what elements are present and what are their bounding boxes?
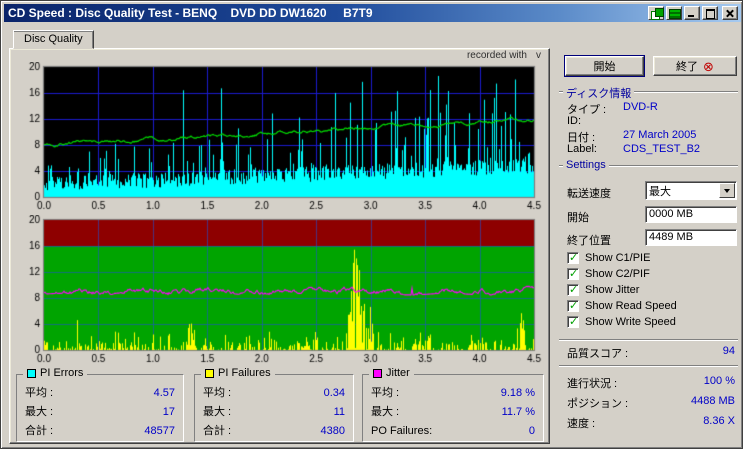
jitter-swatch (373, 369, 382, 378)
stat-label: 合計 : (203, 422, 231, 441)
pi-errors-swatch (27, 369, 36, 378)
stat-label: 平均 : (371, 384, 399, 403)
checkbox-label: Show C2/PIF (585, 268, 650, 280)
checkbox-box[interactable] (567, 284, 579, 296)
close-button[interactable] (722, 6, 738, 20)
titlebar-buttons (646, 6, 738, 20)
maximize-button[interactable] (702, 6, 718, 20)
stat-value: 4380 (321, 422, 345, 441)
stat-value: 11 (334, 403, 345, 422)
settings-header: Settings (563, 159, 609, 171)
progress-divider (559, 365, 738, 367)
pi-errors-legend-label: PI Errors (40, 367, 83, 379)
transfer-speed-select[interactable]: 最大 (645, 181, 737, 200)
checkbox-show-write-speed[interactable]: Show Write Speed (567, 315, 676, 328)
position-label: ポジション : (567, 395, 628, 411)
speed-row: 速度 : 8.36 X (567, 415, 735, 431)
checkbox-box[interactable] (567, 252, 579, 264)
progress-row: 進行状況 : 100 % (567, 375, 735, 391)
stat-label: 平均 : (203, 384, 231, 403)
pi-failures-legend-label: PI Failures (218, 367, 271, 379)
quality-score-row: 品質スコア : 94 (567, 345, 735, 361)
green-pages-icon[interactable] (648, 6, 664, 20)
quality-score-value: 94 (723, 345, 735, 361)
green-grid-icon[interactable] (666, 6, 682, 20)
recorded-with-suffix: v (536, 50, 541, 61)
quality-divider (559, 339, 738, 341)
pi-errors-chart (18, 62, 542, 212)
exit-icon (703, 60, 714, 73)
stat-label: 平均 : (25, 384, 53, 403)
pi-failures-legend: PI Failures (201, 367, 275, 379)
disc-quality-pane: recorded with v PI Errors 平均 : 4.57 最大 : 1… (9, 48, 550, 444)
pi-failures-stats: PI Failures 平均 :0.34 最大 :11 合計 :4380 (194, 374, 354, 442)
disc-date-value: 27 March 2005 (623, 129, 696, 141)
checkbox-show-c2-pif[interactable]: Show C2/PIF (567, 267, 650, 280)
disc-label-label: Label: (567, 143, 597, 155)
position-value: 4488 MB (691, 395, 735, 411)
disc-label-value: CDS_TEST_B2 (623, 143, 700, 155)
progress-value: 100 % (704, 375, 735, 391)
window-title: CD Speed : Disc Quality Test - BENQ DVD … (8, 6, 373, 20)
stat-value: 4.57 (154, 384, 175, 403)
exit-button-label: 終了 (676, 58, 698, 74)
stat-value: 11.7 % (502, 403, 535, 422)
checkbox-box[interactable] (567, 316, 579, 328)
checkbox-show-jitter[interactable]: Show Jitter (567, 283, 639, 296)
stat-label: 最大 : (203, 403, 231, 422)
chevron-down-icon[interactable] (719, 183, 735, 198)
quality-score-label: 品質スコア : (567, 345, 628, 361)
jitter-stats: Jitter 平均 :9.18 % 最大 :11.7 % PO Failures… (362, 374, 544, 442)
transfer-speed-value: 最大 (646, 183, 719, 199)
end-position-field[interactable]: 4489 MB (645, 229, 737, 246)
stat-value: 0.34 (324, 384, 345, 403)
stat-label: 最大 : (371, 403, 399, 422)
stat-label: 最大 : (25, 403, 53, 422)
position-row: ポジション : 4488 MB (567, 395, 735, 411)
tab-label: Disc Quality (24, 33, 83, 45)
tab-disc-quality[interactable]: Disc Quality (13, 30, 94, 49)
checkbox-show-c1-pie[interactable]: Show C1/PIE (567, 251, 650, 264)
end-position-label: 終了位置 (567, 232, 611, 248)
start-button-label: 開始 (594, 58, 616, 74)
speed-value: 8.36 X (703, 415, 735, 431)
exit-button[interactable]: 終了 (653, 56, 737, 76)
disc-info-header: ディスク情報 (563, 85, 634, 101)
transfer-speed-label: 転送速度 (567, 185, 611, 201)
checkbox-label: Show Read Speed (585, 300, 677, 312)
checkbox-label: Show C1/PIE (585, 252, 650, 264)
checkbox-box[interactable] (567, 268, 579, 280)
minimize-button[interactable] (684, 6, 700, 20)
recorded-with-note: recorded with (467, 50, 527, 61)
checkbox-box[interactable] (567, 300, 579, 312)
start-position-field[interactable]: 0000 MB (645, 206, 737, 223)
start-button[interactable]: 開始 (565, 56, 644, 76)
jitter-legend: Jitter (369, 367, 414, 379)
stat-value: 9.18 % (501, 384, 535, 403)
disc-id-label: ID: (567, 115, 581, 127)
stat-value: 0 (529, 422, 535, 441)
checkbox-label: Show Jitter (585, 284, 639, 296)
speed-label: 速度 : (567, 415, 595, 431)
disc-type-value: DVD-R (623, 101, 658, 113)
titlebar[interactable]: CD Speed : Disc Quality Test - BENQ DVD … (4, 4, 741, 22)
jitter-legend-label: Jitter (386, 367, 410, 379)
stat-label: 合計 : (25, 422, 53, 441)
pi-failures-jitter-chart (18, 215, 542, 365)
stat-value: 48577 (144, 422, 175, 441)
checkbox-show-read-speed[interactable]: Show Read Speed (567, 299, 677, 312)
app-window: CD Speed : Disc Quality Test - BENQ DVD … (0, 0, 743, 449)
pi-failures-swatch (205, 369, 214, 378)
checkbox-label: Show Write Speed (585, 316, 676, 328)
pi-errors-legend: PI Errors (23, 367, 87, 379)
stat-value: 17 (163, 403, 175, 422)
stat-label: PO Failures: (371, 422, 432, 441)
pi-errors-stats: PI Errors 平均 :4.57 最大 :17 合計 :48577 (16, 374, 184, 442)
start-position-label: 開始 (567, 209, 589, 225)
progress-label: 進行状況 : (567, 375, 617, 391)
